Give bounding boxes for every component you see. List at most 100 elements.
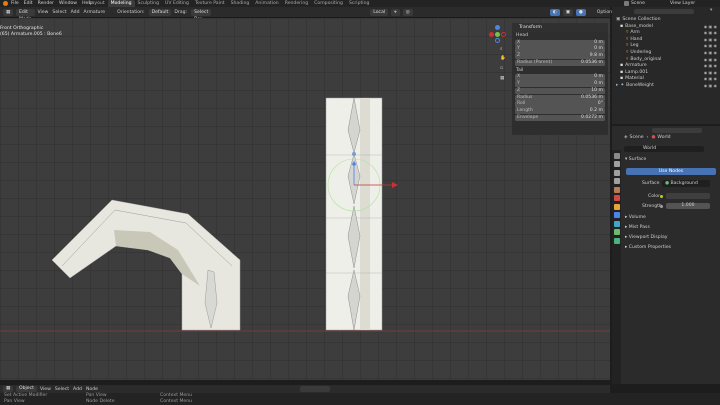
scene-selector[interactable]: Scene xyxy=(631,0,645,7)
tail-x-field[interactable]: X 0 m xyxy=(515,74,605,81)
visibility-eye-icon[interactable]: ◉ ▣ ◉ xyxy=(704,76,717,83)
menu-armature[interactable]: Armature xyxy=(84,10,106,15)
outliner-item-underleg[interactable]: ▿ Underleg ◉ ▣ ◉ xyxy=(612,50,720,57)
tab-texture-paint[interactable]: Texture Paint xyxy=(192,0,228,7)
camera-icon[interactable]: ▫ xyxy=(500,66,503,71)
snap-icon[interactable]: ⌖ xyxy=(391,8,400,16)
menu-view[interactable]: View xyxy=(38,10,49,15)
viewport-display-section-header[interactable]: ▸ Viewport Display xyxy=(622,234,668,242)
strength-field[interactable]: 1.000 xyxy=(666,203,710,209)
envelope-field[interactable]: Envelope 0.0272 m xyxy=(515,115,605,122)
mist-pass-section-header[interactable]: ▸ Mist Pass xyxy=(622,224,650,232)
world-name-field[interactable]: World xyxy=(624,146,704,152)
outliner-item-material[interactable]: ▪ Material ◉ ▣ ◉ xyxy=(612,76,720,83)
tool-tab-icon[interactable] xyxy=(613,152,620,159)
surface-dropdown[interactable]: ● Background xyxy=(662,180,710,187)
expand-arrow-icon[interactable]: ▸ xyxy=(616,83,618,90)
playback-controls[interactable] xyxy=(300,386,330,392)
visibility-eye-icon[interactable]: ◉ ▣ ◉ xyxy=(704,63,717,70)
editor-type-button[interactable]: ▦ xyxy=(3,8,13,16)
drag-dropdown[interactable]: Select Box xyxy=(191,8,212,22)
outliner-item-armature[interactable]: ▪ Armature ◉ ▣ ◉ xyxy=(612,63,720,70)
surface-section-header[interactable]: ▾ Surface xyxy=(622,156,646,164)
navigation-gizmo[interactable] xyxy=(489,25,507,43)
overlay-icon[interactable]: ◐ xyxy=(549,8,560,16)
tab-scripting[interactable]: Scripting xyxy=(346,0,372,7)
scene-icon[interactable] xyxy=(624,1,629,6)
proportional-edit-icon[interactable]: ◎ xyxy=(402,8,413,16)
menu-window[interactable]: Window xyxy=(59,1,77,6)
visibility-eye-icon[interactable]: ◉ ▣ ◉ xyxy=(704,43,717,50)
tab-rendering[interactable]: Rendering xyxy=(282,0,311,7)
menu-view[interactable]: View xyxy=(40,387,51,392)
xray-icon[interactable]: ▣ xyxy=(562,8,573,16)
orientation-dropdown[interactable]: Default xyxy=(148,8,172,16)
menu-add[interactable]: Add xyxy=(71,10,80,15)
tab-animation[interactable]: Animation xyxy=(252,0,281,7)
data-tab-icon[interactable] xyxy=(613,237,620,244)
visibility-eye-icon[interactable]: ◉ ▣ ◉ xyxy=(704,24,717,31)
strength-socket-icon[interactable] xyxy=(660,205,663,208)
outliner-item-arm[interactable]: ▿ Arm ◉ ▣ ◉ xyxy=(612,30,720,37)
zoom-icon[interactable]: ⌕ xyxy=(500,46,503,52)
render-tab-icon[interactable] xyxy=(613,161,620,167)
head-radius-field[interactable]: Radius (Parent) 0.0536 m xyxy=(515,59,605,67)
custom-properties-section-header[interactable]: ▸ Custom Properties xyxy=(622,244,671,252)
outliner-item-boneweight[interactable]: ▸ ✦ BoneWeight ◉ ▣ ◉ xyxy=(612,83,720,90)
visibility-eye-icon[interactable]: ◉ ▣ ◉ xyxy=(704,83,717,90)
tab-sculpting[interactable]: Sculpting xyxy=(135,0,162,7)
tab-compositing[interactable]: Compositing xyxy=(311,0,346,7)
tab-modeling[interactable]: Modeling xyxy=(107,0,135,7)
view-layer-selector[interactable]: View Layer xyxy=(670,0,695,7)
visibility-eye-icon[interactable]: ◉ ▣ ◉ xyxy=(704,70,717,77)
grid-view-icon[interactable]: ▦ xyxy=(500,76,504,81)
menu-file[interactable]: File xyxy=(11,1,19,6)
mode-dropdown[interactable]: Edit Mode xyxy=(16,8,35,22)
pan-hand-icon[interactable]: ✋ xyxy=(500,56,506,61)
tab-uv-editing[interactable]: UV Editing xyxy=(162,0,192,7)
outliner-search-input[interactable] xyxy=(634,9,694,14)
visibility-eye-icon[interactable]: ◉ ▣ ◉ xyxy=(704,37,717,44)
properties-search-input[interactable] xyxy=(652,128,702,133)
transform-space-dropdown[interactable]: Local xyxy=(370,8,389,16)
color-swatch[interactable] xyxy=(666,193,710,199)
menu-select[interactable]: Select xyxy=(52,10,66,15)
tail-z-field[interactable]: Z 10 m xyxy=(515,87,605,95)
editor-type-button[interactable]: ▦ xyxy=(3,386,13,392)
tab-shading[interactable]: Shading xyxy=(228,0,253,7)
physics-tab-icon[interactable] xyxy=(613,220,620,227)
filter-icon[interactable]: ▾ xyxy=(710,8,712,13)
gizmo-z-icon[interactable] xyxy=(495,38,500,43)
visibility-eye-icon[interactable]: ◉ ▣ ◉ xyxy=(704,30,717,37)
scene-tab-icon[interactable] xyxy=(613,186,620,193)
head-z-field[interactable]: Z 9.8 m xyxy=(515,53,605,60)
breadcrumb-world[interactable]: World xyxy=(657,135,670,140)
visibility-eye-icon[interactable]: ◉ ▣ ◉ xyxy=(704,50,717,57)
output-tab-icon[interactable] xyxy=(613,169,620,176)
head-y-field[interactable]: Y 0 m xyxy=(515,46,605,53)
breadcrumb-scene[interactable]: Scene xyxy=(630,135,644,140)
outliner-item-leg[interactable]: ▿ Leg ◉ ▣ ◉ xyxy=(612,43,720,50)
gizmo-y-icon[interactable] xyxy=(495,25,500,30)
modifier-tab-icon[interactable] xyxy=(613,212,620,218)
world-tab-icon[interactable] xyxy=(613,195,620,201)
transform-panel-title[interactable]: Transform xyxy=(512,23,608,32)
head-x-field[interactable]: X 0 m xyxy=(515,39,605,46)
constraint-tab-icon[interactable] xyxy=(613,229,620,235)
length-field[interactable]: Length 0.2 m xyxy=(515,108,605,115)
gizmo-neg-x-icon[interactable] xyxy=(489,32,494,37)
shading-solid-icon[interactable]: ● xyxy=(575,8,586,16)
outliner-item-hand[interactable]: ▿ Hand ◉ ▣ ◉ xyxy=(612,37,720,44)
menu-edit[interactable]: Edit xyxy=(24,1,33,6)
gizmo-center-icon[interactable] xyxy=(495,32,500,37)
roll-field[interactable]: Roll 0° xyxy=(515,101,605,108)
blender-logo-icon[interactable] xyxy=(3,1,8,6)
menu-render[interactable]: Render xyxy=(38,1,54,6)
menu-node[interactable]: Node xyxy=(86,387,98,392)
tail-y-field[interactable]: Y 0 m xyxy=(515,81,605,88)
visibility-eye-icon[interactable]: ◉ ▣ ◉ xyxy=(704,57,717,64)
tab-layout[interactable]: Layout xyxy=(86,0,108,7)
color-socket-icon[interactable] xyxy=(660,195,663,198)
volume-section-header[interactable]: ▸ Volume xyxy=(622,214,646,222)
menu-add[interactable]: Add xyxy=(73,387,82,392)
